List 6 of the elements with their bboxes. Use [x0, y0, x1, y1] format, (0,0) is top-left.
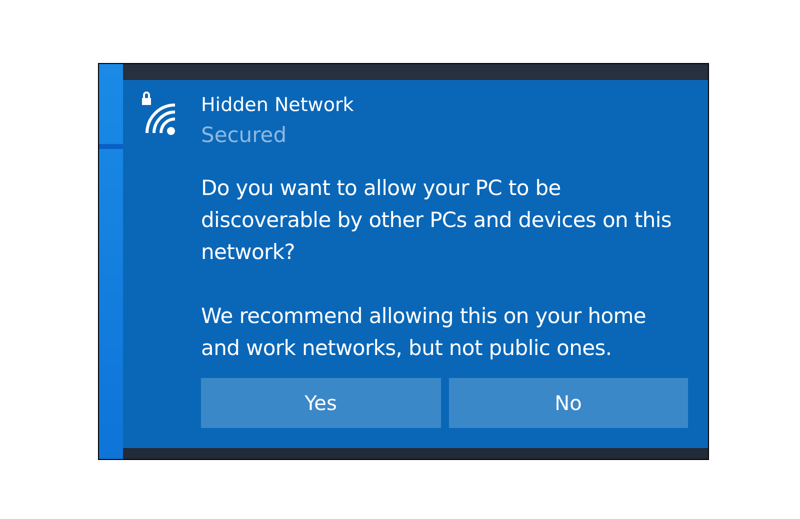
choice-button[interactable]: Yes: [201, 378, 440, 428]
prompt-text: Do you want to allow your PC to be discoverable by other PCs and devices on this network?: [201, 175, 673, 266]
prompt-text: We recommend allowing this on your home and work networks, but not public ones.: [201, 303, 648, 362]
choice-button[interactable]: No: [448, 378, 688, 428]
network-status: Secured: [201, 122, 288, 149]
network-name: Hidden Network: [201, 93, 354, 118]
